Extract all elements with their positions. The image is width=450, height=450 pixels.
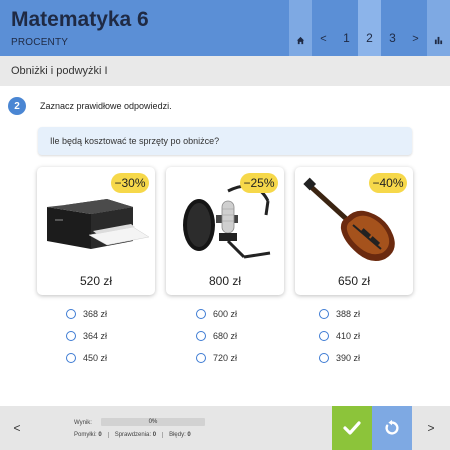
reset-icon: [385, 419, 399, 435]
page-1-button[interactable]: 1: [335, 0, 358, 56]
question-box: Ile będą kosztować te sprzęty po obniżce…: [38, 127, 412, 155]
discount-badge: −25%: [240, 173, 278, 193]
task-instruction: Zaznacz prawidłowe odpowiedzi.: [40, 101, 172, 111]
checks-stat: Sprawdzenia: 0: [107, 432, 162, 438]
errors-stat: Błędy: 0: [162, 432, 197, 438]
answer-label: 364 zł: [83, 331, 108, 341]
errors-value: 0: [187, 432, 191, 438]
answer-label: 368 zł: [83, 309, 108, 319]
product-card-guitar: −40% 650 zł: [295, 167, 413, 295]
radio-button[interactable]: [319, 353, 329, 363]
mistakes-stat: Pomyłki: 0: [74, 432, 108, 438]
product-card-microphone: −25% 800 zł: [166, 167, 284, 295]
discount-badge: −40%: [369, 173, 407, 193]
answer-label: 600 zł: [213, 309, 238, 319]
errors-label: Błędy:: [169, 432, 186, 438]
checks-label: Sprawdzenia:: [114, 432, 152, 438]
section-title: Obniżki i podwyżki I: [11, 65, 108, 77]
product-price: 800 zł: [208, 274, 242, 288]
discount-badge: −30%: [111, 173, 149, 193]
answer-label: 390 zł: [336, 353, 361, 363]
answer-option[interactable]: 450 zł: [66, 351, 107, 365]
answer-option[interactable]: 600 zł: [196, 307, 237, 321]
radio-button[interactable]: [196, 331, 206, 341]
radio-button[interactable]: [196, 353, 206, 363]
next-task-button[interactable]: >: [412, 406, 450, 450]
radio-button[interactable]: [319, 309, 329, 319]
home-icon: [296, 36, 305, 45]
task-number-badge: 2: [8, 97, 26, 115]
prev-task-button[interactable]: <: [0, 406, 34, 450]
score-progress-text: 0%: [148, 419, 158, 425]
page-2-button[interactable]: 2: [358, 0, 381, 56]
mistakes-value: 0: [98, 432, 102, 438]
answer-label: 450 zł: [83, 353, 108, 363]
radio-button[interactable]: [66, 331, 76, 341]
header: Matematyka 6 PROCENTY < 1 2 3 >: [0, 0, 450, 56]
page-3-button[interactable]: 3: [381, 0, 404, 56]
answer-option[interactable]: 388 zł: [319, 307, 360, 321]
answer-label: 720 zł: [213, 353, 238, 363]
answer-option[interactable]: 390 zł: [319, 351, 360, 365]
checks-value: 0: [152, 432, 157, 438]
chapter-subtitle: PROCENTY: [11, 37, 69, 48]
product-price: 520 zł: [79, 274, 113, 288]
answer-option[interactable]: 368 zł: [66, 307, 107, 321]
section-bar: Obniżki i podwyżki I: [0, 56, 450, 86]
answer-label: 388 zł: [336, 309, 361, 319]
home-button[interactable]: [289, 0, 312, 56]
score-progress-bar: 0%: [101, 418, 205, 426]
stats-row: Pomyłki: 0 Sprawdzenia: 0 Błędy: 0: [74, 432, 197, 438]
answer-label: 410 zł: [336, 331, 361, 341]
answer-option[interactable]: 410 zł: [319, 329, 360, 343]
answer-option[interactable]: 364 zł: [66, 329, 107, 343]
app-title: Matematyka 6: [11, 8, 149, 31]
page-navigation: < 1 2 3 >: [289, 0, 450, 56]
answer-label: 680 zł: [213, 331, 238, 341]
product-card-printer: −30% 520 zł: [37, 167, 155, 295]
score-label: Wynik:: [74, 420, 92, 426]
stats-button[interactable]: [427, 0, 450, 56]
radio-button[interactable]: [66, 309, 76, 319]
radio-button[interactable]: [319, 331, 329, 341]
mistakes-label: Pomyłki:: [74, 432, 97, 438]
radio-button[interactable]: [66, 353, 76, 363]
radio-button[interactable]: [196, 309, 206, 319]
prev-page-button[interactable]: <: [312, 0, 335, 56]
question-text: Ile będą kosztować te sprzęty po obniżce…: [50, 136, 220, 146]
reset-button[interactable]: [372, 406, 412, 450]
answer-option[interactable]: 720 zł: [196, 351, 237, 365]
answer-option[interactable]: 680 zł: [196, 329, 237, 343]
next-page-button[interactable]: >: [404, 0, 427, 56]
bar-chart-icon: [434, 36, 443, 45]
product-price: 650 zł: [337, 274, 371, 288]
check-answer-button[interactable]: [332, 406, 372, 450]
checkmark-icon: [343, 421, 361, 435]
footer-bar: < Wynik: 0% Pomyłki: 0 Sprawdzenia: 0 Bł…: [0, 406, 450, 450]
